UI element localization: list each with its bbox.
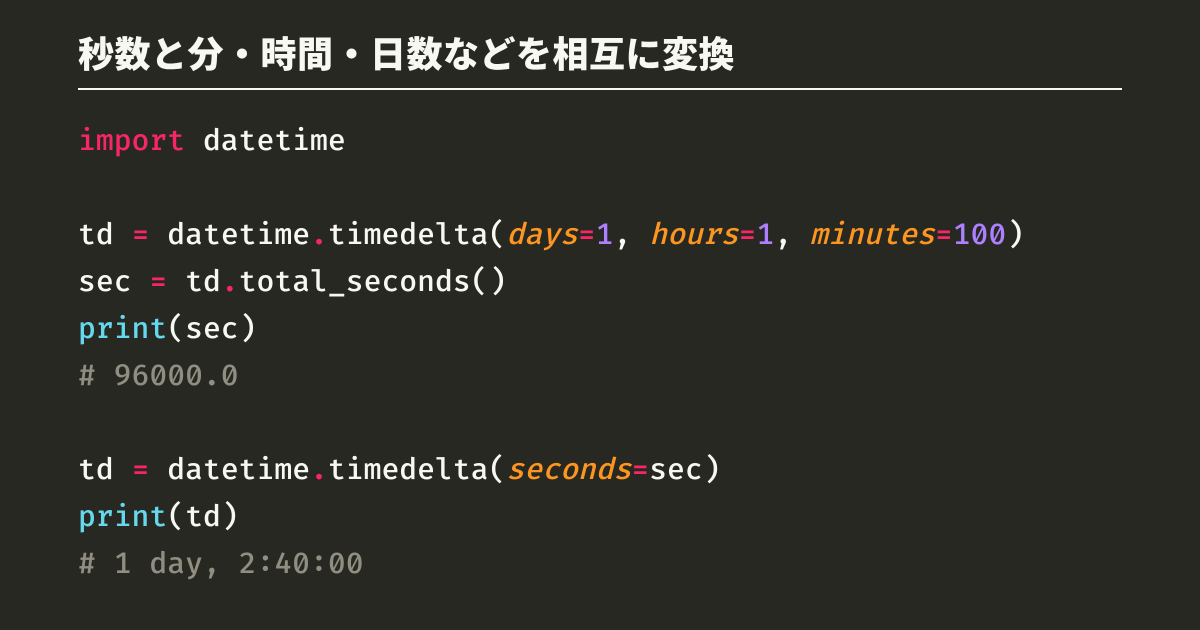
ref-td: td <box>185 499 221 535</box>
var-td: td <box>78 452 114 488</box>
op-eq: = <box>631 452 649 488</box>
op-eq: = <box>132 452 150 488</box>
comment-output-2: # 1 day, 2:40:00 <box>78 546 364 582</box>
rparen: ) <box>1006 217 1024 253</box>
ref-sec: sec <box>649 452 703 488</box>
op-dot: . <box>310 217 328 253</box>
call-timedelta: timedelta <box>328 217 489 253</box>
op-dot: . <box>310 452 328 488</box>
comment-output-1: # 96000.0 <box>78 358 239 394</box>
code-block: import datetime td = datetime.timedelta(… <box>78 118 1122 588</box>
arg-hours: hours <box>649 217 738 253</box>
num-100: 100 <box>953 217 1007 253</box>
op-eq: = <box>738 217 756 253</box>
builtin-print: print <box>78 499 167 535</box>
var-td: td <box>78 217 114 253</box>
lparen: ( <box>167 499 185 535</box>
lparen: ( <box>167 311 185 347</box>
keyword-import: import <box>78 123 185 159</box>
ref-sec: sec <box>185 311 239 347</box>
call-total-seconds: total_seconds <box>239 264 471 300</box>
op-eq: = <box>935 217 953 253</box>
op-eq: = <box>132 217 150 253</box>
var-sec: sec <box>78 264 132 300</box>
comma: , <box>614 217 632 253</box>
rparen: ) <box>489 264 507 300</box>
ref-td: td <box>185 264 221 300</box>
num-1: 1 <box>596 217 614 253</box>
arg-days: days <box>506 217 577 253</box>
module-datetime: datetime <box>203 123 346 159</box>
arg-minutes: minutes <box>810 217 935 253</box>
ref-datetime: datetime <box>167 217 310 253</box>
page-title: 秒数と分・時間・日数などを相互に変換 <box>78 26 1122 90</box>
rparen: ) <box>703 452 721 488</box>
rparen: ) <box>221 499 239 535</box>
ref-datetime: datetime <box>167 452 310 488</box>
call-timedelta: timedelta <box>328 452 489 488</box>
lparen: ( <box>471 264 489 300</box>
builtin-print: print <box>78 311 167 347</box>
op-eq: = <box>578 217 596 253</box>
comma: , <box>774 217 792 253</box>
op-eq: = <box>149 264 167 300</box>
op-dot: . <box>221 264 239 300</box>
rparen: ) <box>239 311 257 347</box>
lparen: ( <box>489 452 507 488</box>
num-1: 1 <box>756 217 774 253</box>
arg-seconds: seconds <box>506 452 631 488</box>
lparen: ( <box>489 217 507 253</box>
